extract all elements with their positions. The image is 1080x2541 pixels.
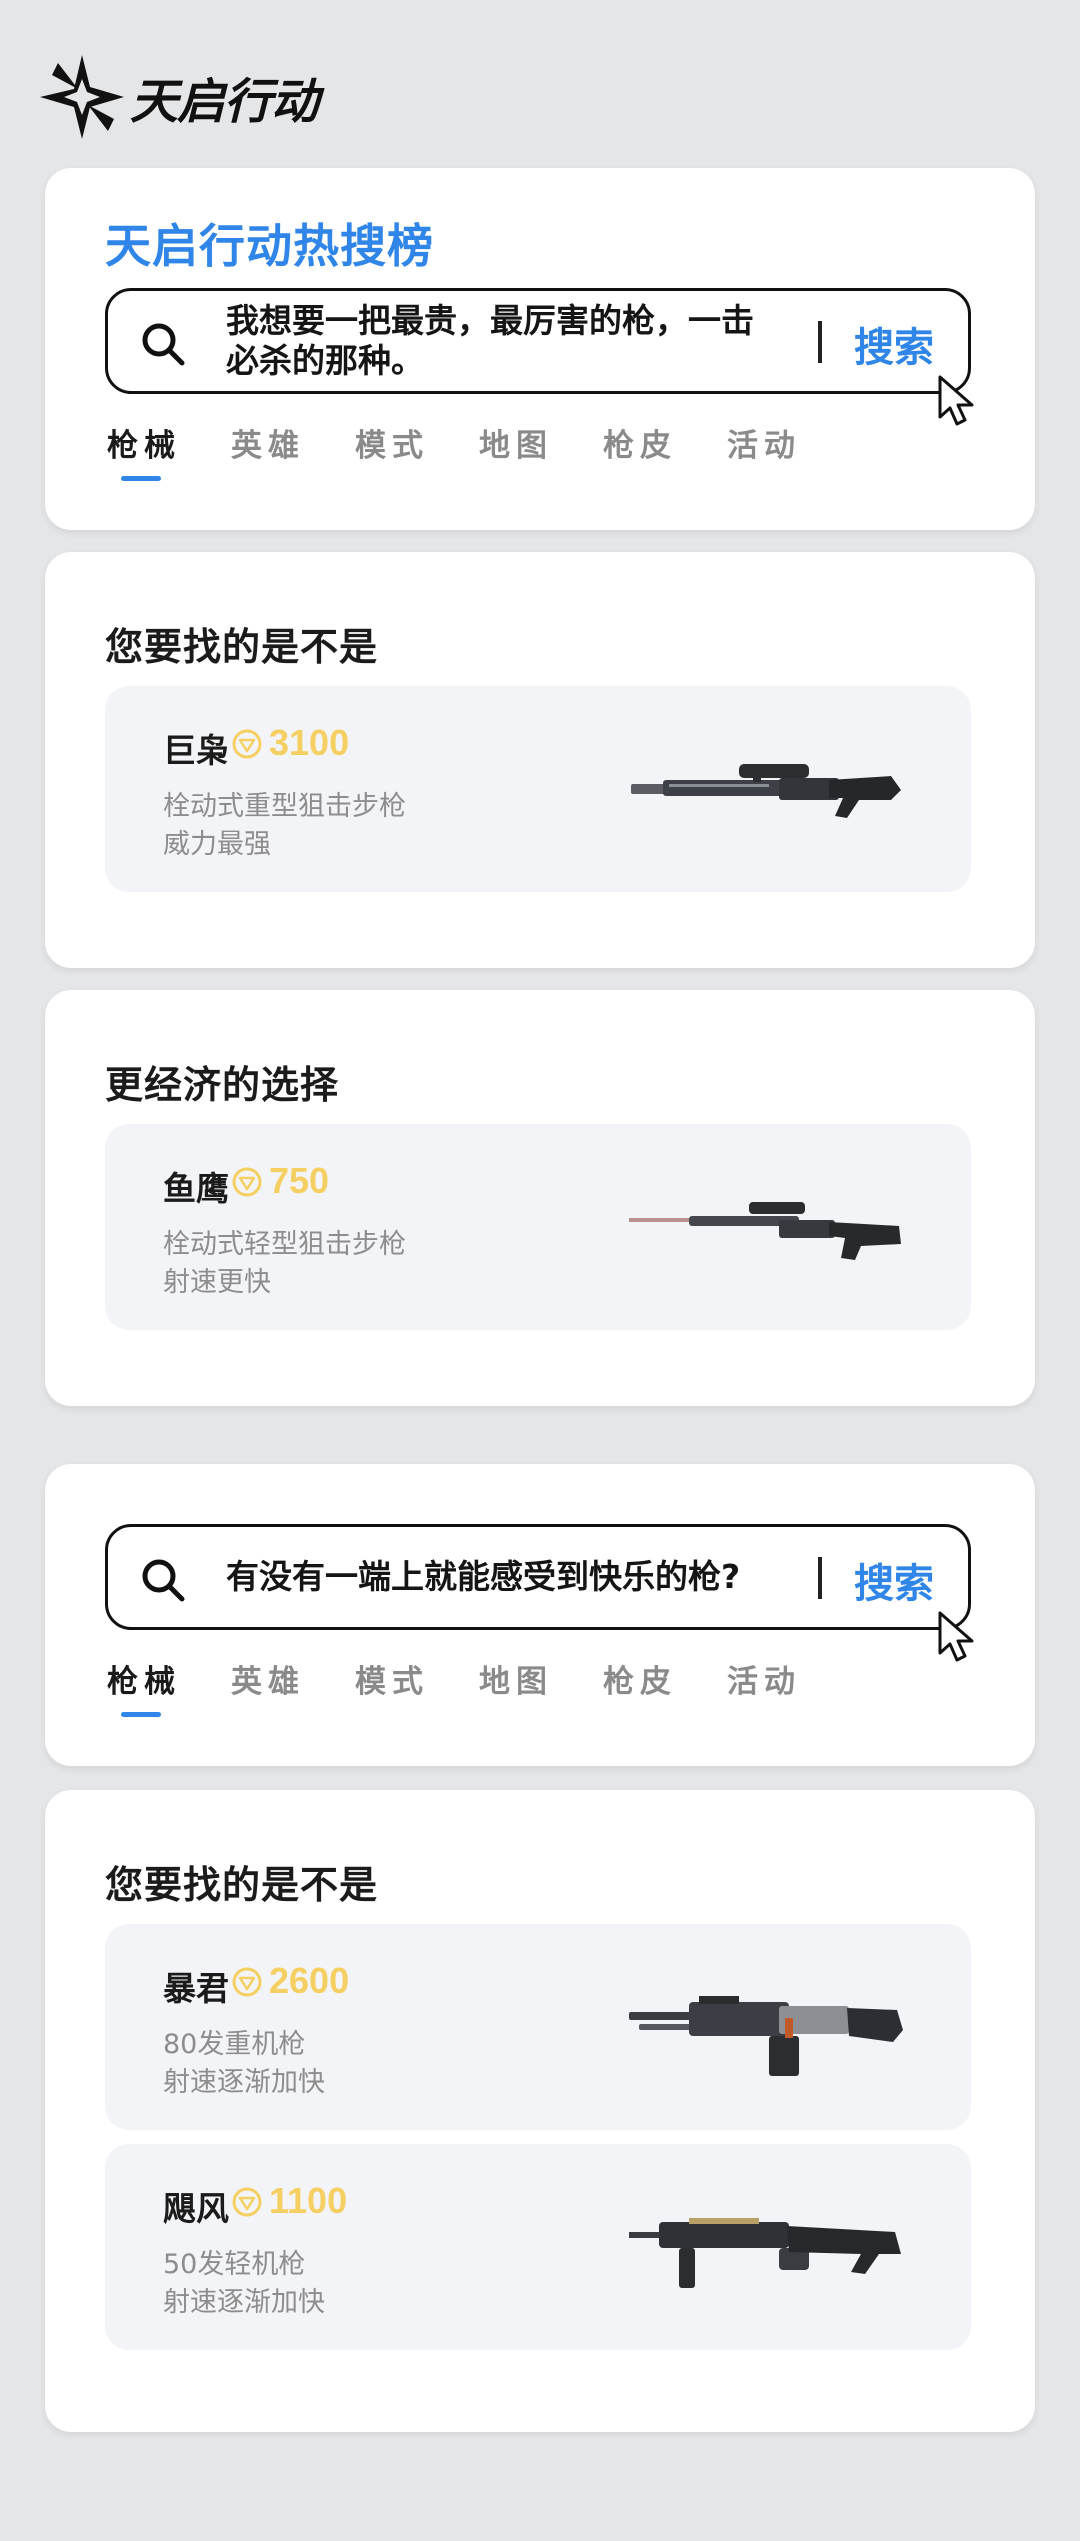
search-query[interactable]: 我想要一把最贵，最厉害的枪，一击必杀的那种。: [226, 301, 778, 381]
weapon-card[interactable]: 鱼鹰 750 栓动式轻型狙击步枪 射速更快: [105, 1124, 971, 1330]
weapon-feature: 威力最强: [163, 829, 271, 860]
section-title: 您要找的是不是: [105, 625, 379, 669]
tab-weapons[interactable]: 枪械: [107, 420, 181, 481]
weapon-price: 750: [269, 1160, 330, 1201]
search-bar[interactable]: 我想要一把最贵，最厉害的枪，一击必杀的那种。 搜索: [105, 288, 974, 426]
result-panel-suggest: 您要找的是不是 巨枭 3100 栓动式重型狙击步枪 威力最强: [45, 552, 1035, 968]
pointer-cursor-icon: [938, 1611, 974, 1662]
hot-search-title: 天启行动热搜榜: [105, 219, 434, 273]
section-title: 更经济的选择: [105, 1063, 340, 1107]
weapon-feature: 射速更快: [163, 1267, 271, 1298]
weapon-price: 3100: [269, 722, 350, 763]
search-query[interactable]: 有没有一端上就能感受到快乐的枪?: [226, 1557, 778, 1597]
weapon-type: 50发轻机枪: [163, 2249, 306, 2280]
category-tabs: 枪械 英雄 模式 地图 枪皮 活动: [107, 420, 851, 481]
coin-icon: [232, 1167, 262, 1197]
tab-events[interactable]: 活动: [727, 1656, 801, 1701]
result-panel-economy: 更经济的选择 鱼鹰 750 栓动式轻型狙击步枪 射速更快: [45, 990, 1035, 1406]
search-button[interactable]: 搜索: [854, 1551, 934, 1609]
weapon-feature: 射速逐渐加快: [163, 2287, 325, 2318]
weapon-price: 1100: [269, 2180, 348, 2221]
weapon-type: 栓动式轻型狙击步枪: [163, 1229, 406, 1260]
app-logo: 天启行动: [38, 52, 319, 142]
category-tabs: 枪械 英雄 模式 地图 枪皮 活动: [107, 1656, 851, 1717]
result-panel-suggest-2: 您要找的是不是 暴君 2600 80发重机枪 射速逐渐加快 飓风 1100 50…: [45, 1790, 1035, 2432]
tab-maps[interactable]: 地图: [479, 1656, 553, 1701]
tab-heroes[interactable]: 英雄: [231, 420, 305, 465]
sniper-rifle-light-icon: [629, 1202, 901, 1260]
tab-maps[interactable]: 地图: [479, 420, 553, 465]
weapon-type: 栓动式重型狙击步枪: [163, 791, 406, 822]
sniper-rifle-icon: [631, 764, 901, 818]
light-machine-gun-icon: [629, 2218, 901, 2288]
search-icon: [142, 1559, 185, 1602]
tab-heroes[interactable]: 英雄: [231, 1656, 305, 1701]
tab-weapons[interactable]: 枪械: [107, 1656, 181, 1717]
weapon-card[interactable]: 暴君 2600 80发重机枪 射速逐渐加快: [105, 1924, 971, 2130]
heavy-machine-gun-icon: [629, 1996, 903, 2076]
weapon-name: 巨枭: [163, 731, 229, 770]
search-panel-2: 有没有一端上就能感受到快乐的枪? 搜索 枪械 英雄 模式 地图 枪皮 活动: [45, 1464, 1035, 1766]
weapon-price: 2600: [269, 1960, 350, 2001]
search-divider: [818, 321, 822, 363]
coin-icon: [232, 2187, 262, 2217]
coin-icon: [232, 1967, 262, 1997]
search-button[interactable]: 搜索: [854, 315, 934, 373]
tab-skins[interactable]: 枪皮: [603, 420, 677, 465]
section-title: 您要找的是不是: [105, 1863, 379, 1907]
weapon-feature: 射速逐渐加快: [163, 2067, 325, 2098]
weapon-type: 80发重机枪: [163, 2029, 306, 2060]
weapon-name: 鱼鹰: [163, 1169, 229, 1208]
hot-search-panel: 天启行动热搜榜 我想要一把最贵，最厉害的枪，一击必杀的那种。 搜索 枪械 英雄 …: [45, 168, 1035, 530]
tab-events[interactable]: 活动: [727, 420, 801, 465]
star-emblem-icon: [40, 55, 124, 139]
tab-modes[interactable]: 模式: [355, 420, 429, 465]
tab-modes[interactable]: 模式: [355, 1656, 429, 1701]
weapon-card[interactable]: 飓风 1100 50发轻机枪 射速逐渐加快: [105, 2144, 971, 2350]
search-divider: [818, 1557, 822, 1599]
weapon-name: 飓风: [163, 2189, 229, 2228]
tab-skins[interactable]: 枪皮: [603, 1656, 677, 1701]
search-bar[interactable]: 有没有一端上就能感受到快乐的枪? 搜索: [105, 1524, 974, 1662]
weapon-name: 暴君: [163, 1969, 229, 2008]
search-icon: [142, 323, 185, 366]
coin-icon: [232, 729, 262, 759]
logo-text: 天启行动: [130, 74, 319, 130]
pointer-cursor-icon: [938, 375, 974, 426]
weapon-card[interactable]: 巨枭 3100 栓动式重型狙击步枪 威力最强: [105, 686, 971, 892]
